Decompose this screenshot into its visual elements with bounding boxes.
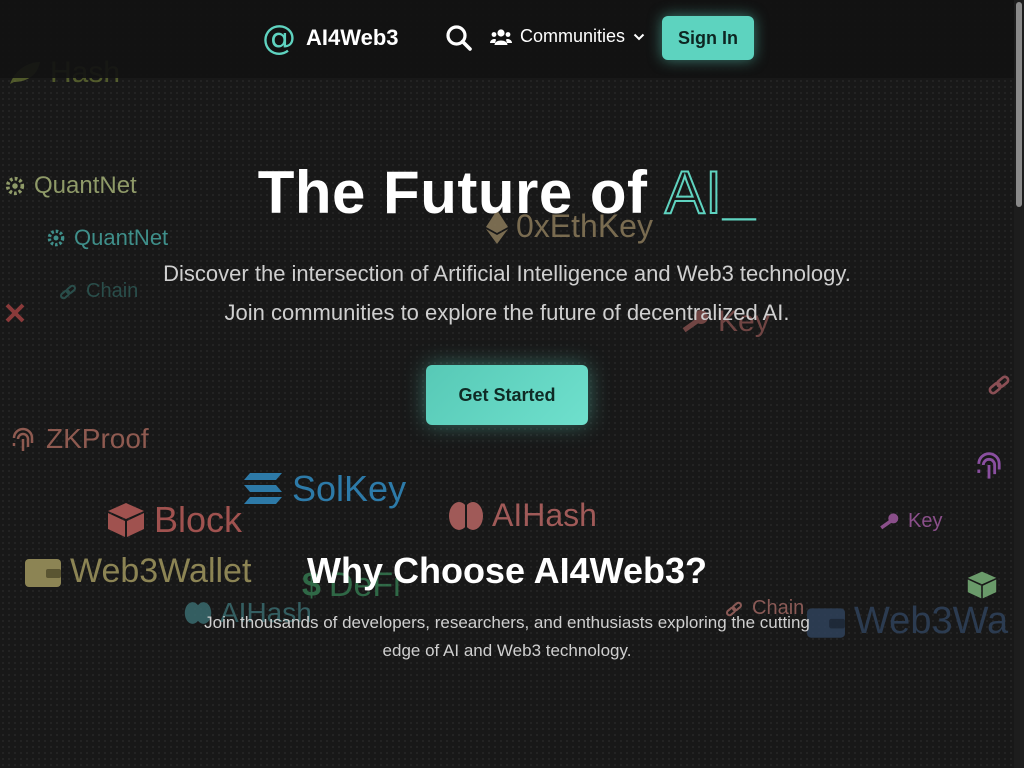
bg-token: AIHash [448, 497, 597, 534]
bg-token: Block [106, 499, 242, 541]
hero-title: The Future of AI_ [0, 158, 1014, 227]
hero-subtitle-line-2: Join communities to explore the future o… [224, 300, 790, 325]
search-button[interactable] [445, 24, 473, 52]
communities-dropdown[interactable]: Communities [490, 26, 645, 47]
hero-subtitle-line-1: Discover the intersection of Artificial … [163, 261, 851, 286]
chevron-down-icon [633, 33, 645, 40]
page-scrollbar[interactable] [1014, 0, 1024, 768]
bg-token-label: Key [908, 510, 943, 532]
at-logo-icon: @ [262, 18, 296, 58]
why-subtitle-line-2: edge of AI and Web3 technology. [382, 641, 632, 660]
page: Hash QuantNet QuantNet Chain 0xEthKey Ke… [0, 0, 1024, 768]
bg-token: ZKProof [8, 423, 149, 455]
get-started-button[interactable]: Get Started [426, 365, 588, 425]
brand-name: AI4Web3 [306, 25, 399, 50]
users-icon [490, 28, 512, 45]
key-icon [878, 512, 900, 532]
bg-token: QuantNet [46, 225, 168, 251]
typing-cursor: _ [722, 159, 757, 226]
bg-token [972, 448, 1006, 482]
solana-icon [244, 471, 284, 507]
top-navbar: @ AI4Web3 Communities Sign In [0, 0, 1014, 78]
cube-icon [106, 501, 146, 539]
bg-token-label: SolKey [292, 468, 407, 509]
bg-token-label: ZKProof [46, 423, 149, 454]
fingerprint-icon [8, 424, 38, 454]
why-section-title: Why Choose AI4Web3? [306, 550, 708, 591]
brand-logo-link[interactable]: @ AI4Web3 [262, 18, 399, 58]
bg-token-label: QuantNet [74, 225, 169, 250]
bg-token: SolKey [244, 468, 406, 510]
brain-icon [448, 500, 484, 532]
hero-title-accent: AI [664, 158, 723, 227]
gear-icon [46, 228, 66, 248]
sign-in-button[interactable]: Sign In [662, 16, 754, 60]
link-icon [986, 372, 1012, 398]
communities-label: Communities [520, 26, 626, 46]
fingerprint-icon [972, 448, 1006, 482]
bg-token-label: Block [154, 499, 243, 540]
bg-token: Key [878, 510, 942, 533]
bg-token-label: AIHash [492, 497, 597, 533]
scrollbar-thumb[interactable] [1016, 2, 1022, 207]
bg-token [986, 372, 1012, 398]
search-icon [446, 25, 472, 51]
hero-title-main: The Future of [257, 159, 665, 226]
why-subtitle-line-1: Join thousands of developers, researcher… [204, 613, 810, 632]
